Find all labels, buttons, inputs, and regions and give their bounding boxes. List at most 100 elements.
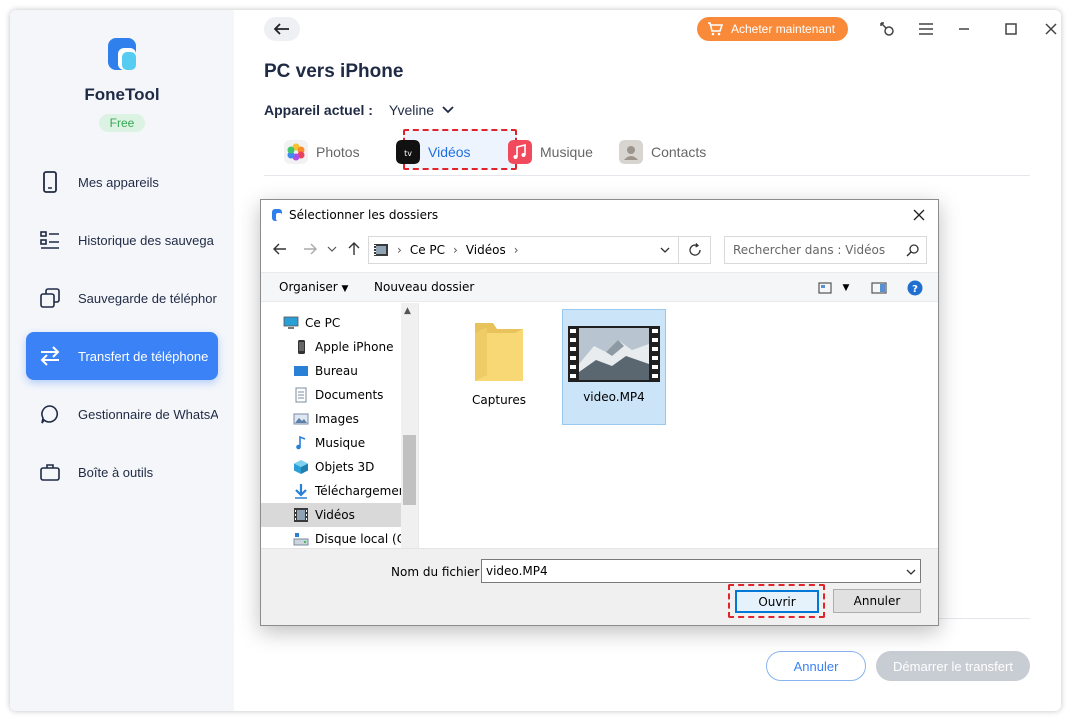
refresh-icon (688, 243, 701, 256)
up-arrow-icon[interactable] (345, 240, 363, 258)
tree-item-desktop[interactable]: Bureau (261, 359, 401, 383)
media-tabs: Photos tv Vidéos Musique Contacts (264, 128, 1030, 176)
svg-text:tv: tv (404, 149, 412, 158)
new-folder-button[interactable]: Nouveau dossier (374, 280, 474, 294)
open-button[interactable]: Ouvrir (735, 590, 819, 613)
tree-item-music[interactable]: Musique (261, 431, 401, 455)
tree-scrollbar[interactable]: ▲ (401, 303, 418, 548)
tree-item-label: Vidéos (315, 508, 355, 522)
cube-icon (294, 460, 308, 474)
forward-arrow-icon[interactable] (301, 240, 319, 258)
chevron-right-icon: › (453, 243, 458, 257)
tree-item-videos[interactable]: Vidéos (261, 503, 401, 527)
close-icon[interactable] (1040, 18, 1061, 40)
device-selector[interactable]: Appareil actuel : Yveline (264, 102, 454, 118)
filename-input[interactable]: video.MP4 (481, 559, 921, 583)
dialog-toolbar: Organiser ▼ Nouveau dossier ▼ ? (261, 272, 938, 302)
sidebar: FoneTool Free Mes appareils Historique d… (10, 10, 234, 711)
tab-photos[interactable]: Photos (284, 138, 360, 166)
tab-videos[interactable]: tv Vidéos (396, 138, 471, 166)
arrow-left-icon (274, 23, 289, 35)
file-name: video.MP4 (583, 390, 645, 404)
sidebar-item-devices[interactable]: Mes appareils (26, 158, 218, 206)
tab-contacts[interactable]: Contacts (619, 138, 706, 166)
folder-select-dialog: Sélectionner les dossiers › Ce PC › Vidé… (260, 199, 939, 626)
sidebar-item-label: Transfert de téléphone (78, 348, 209, 364)
minimize-icon[interactable] (953, 18, 975, 40)
contacts-icon (619, 140, 643, 164)
tree-item-label: Apple iPhone (315, 340, 394, 354)
sidebar-item-phone-backup[interactable]: Sauvegarde de téléphor (26, 274, 218, 322)
dialog-cancel-button[interactable]: Annuler (833, 589, 921, 613)
download-icon (295, 484, 307, 499)
disk-icon (293, 533, 309, 546)
breadcrumb-videos[interactable]: Vidéos (466, 243, 506, 257)
history-chevron-icon[interactable] (323, 240, 341, 258)
music-icon (508, 140, 532, 164)
tab-music[interactable]: Musique (508, 138, 593, 166)
tree-item-label: Disque local (C:) (315, 532, 401, 546)
caret-down-icon[interactable]: ▼ (837, 280, 855, 296)
sidebar-item-label: Historique des sauvega (78, 232, 214, 248)
free-badge: Free (99, 114, 145, 132)
file-item-captures[interactable]: Captures (447, 309, 551, 425)
buy-now-button[interactable]: Acheter maintenant (697, 17, 848, 41)
document-icon (295, 387, 307, 403)
back-button[interactable] (264, 17, 300, 41)
back-arrow-icon[interactable] (271, 240, 289, 258)
scrollbar-thumb[interactable] (403, 435, 416, 505)
fonetool-logo-icon (108, 38, 136, 70)
page-title: PC vers iPhone (264, 61, 404, 82)
photos-icon (284, 140, 308, 164)
tree-item-label: Bureau (315, 364, 358, 378)
sidebar-item-toolbox[interactable]: Boîte à outils (26, 448, 218, 496)
tree-item-images[interactable]: Images (261, 407, 401, 431)
breadcrumb-this-pc[interactable]: Ce PC (410, 243, 445, 257)
transfer-icon (38, 344, 62, 368)
tree-item-downloads[interactable]: Téléchargements (261, 479, 401, 503)
maximize-icon[interactable] (1000, 18, 1022, 40)
organize-menu[interactable]: Organiser ▼ (279, 280, 348, 294)
list-icon (38, 228, 62, 252)
sidebar-item-label: Mes appareils (78, 174, 159, 190)
sidebar-nav: Mes appareils Historique des sauvega Sau… (26, 158, 218, 506)
sidebar-item-whatsapp-manager[interactable]: Gestionnaire de WhatsA (26, 390, 218, 438)
tree-item-label: Objets 3D (315, 460, 375, 474)
file-item-video[interactable]: video.MP4 (562, 309, 666, 425)
file-name: Captures (472, 393, 526, 407)
svg-text:?: ? (912, 284, 918, 295)
device-value: Yveline (388, 102, 435, 118)
fonetool-small-icon (272, 209, 282, 221)
tree-item-label: Téléchargements (315, 484, 401, 498)
sidebar-item-backup-history[interactable]: Historique des sauvega (26, 216, 218, 264)
chevron-down-icon[interactable] (906, 569, 916, 575)
music-note-icon (296, 435, 306, 450)
chevron-right-icon: › (397, 243, 402, 257)
menu-icon[interactable] (915, 18, 937, 40)
sidebar-item-label: Gestionnaire de WhatsA (78, 406, 218, 422)
preview-pane-icon[interactable] (870, 280, 888, 296)
address-bar[interactable]: › Ce PC › Vidéos › (368, 236, 679, 264)
tree-item-local-disk[interactable]: Disque local (C:) (261, 527, 401, 548)
start-transfer-button[interactable]: Démarrer le transfert (876, 651, 1030, 681)
search-input[interactable]: Rechercher dans : Vidéos (724, 236, 927, 264)
file-view: Captures video.MP4 (418, 303, 938, 548)
tree-item-label: Musique (315, 436, 366, 450)
tree-item-documents[interactable]: Documents (261, 383, 401, 407)
sidebar-item-phone-transfer[interactable]: Transfert de téléphone (26, 332, 218, 380)
chevron-down-icon[interactable] (660, 247, 670, 253)
tab-label: Photos (316, 144, 360, 160)
tree-item-3d-objects[interactable]: Objets 3D (261, 455, 401, 479)
sidebar-item-label: Boîte à outils (78, 464, 154, 480)
tree-item-apple-iphone[interactable]: Apple iPhone (261, 335, 401, 359)
tree-item-this-pc[interactable]: Ce PC (261, 311, 401, 335)
cancel-button[interactable]: Annuler (766, 651, 866, 681)
key-icon[interactable] (876, 18, 898, 40)
phone-icon (38, 170, 62, 194)
search-icon (906, 244, 919, 257)
dialog-close-icon[interactable] (908, 204, 930, 226)
help-icon[interactable]: ? (906, 280, 924, 296)
refresh-button[interactable] (679, 236, 711, 264)
scroll-up-icon[interactable]: ▲ (404, 306, 411, 316)
view-options-icon[interactable] (816, 280, 834, 296)
